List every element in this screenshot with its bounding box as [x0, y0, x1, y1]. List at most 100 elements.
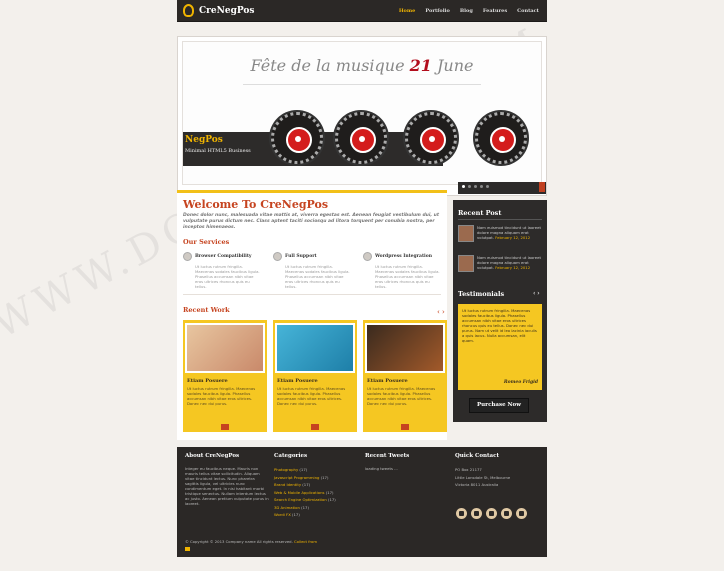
- slider-pager-bar: [458, 182, 546, 194]
- service-item: Browser Compatibility Ut luctus rutrum f…: [183, 252, 263, 289]
- slide-title-month: June: [431, 56, 474, 75]
- top-navigation-bar: CreNegPos Home Portfolio Blog Features C…: [177, 0, 547, 22]
- main-content: Welcome To CreNegPos Donec dolor nunc, m…: [177, 190, 447, 440]
- footer-contact: Quick Contact PO Box 21177 Little Lonsda…: [455, 453, 539, 489]
- work-title: Etiam Posuere: [277, 378, 318, 384]
- slider-dot[interactable]: [480, 185, 483, 188]
- testimonial-text: Ut luctus rutrum fringilla. Maecenas sod…: [462, 308, 537, 343]
- work-card[interactable]: Etiam Posuere Ut luctus rutrum fringilla…: [273, 320, 357, 432]
- dial-graphic: [335, 112, 387, 164]
- slide-title: Fête de la musique 21 June: [183, 56, 541, 75]
- testimonial-author: Romeo Frigid: [503, 380, 538, 385]
- slide-caption-tagline: Minimal HTML5 Business: [185, 148, 251, 154]
- category-link[interactable]: Wordi FX (17): [274, 511, 358, 519]
- slide-caption-name: NegPos: [185, 135, 223, 145]
- category-link[interactable]: Javascript Programming (17): [274, 474, 358, 482]
- youtube-icon[interactable]: [516, 508, 527, 519]
- services-title: Our Services: [183, 238, 230, 246]
- footer-heading: About CreNegPos: [185, 453, 240, 459]
- wordpress-icon: [363, 252, 372, 261]
- sidebar: Recent Post Nam euismod tincidunt ut lao…: [453, 200, 547, 422]
- category-link[interactable]: Search Engine Optimization (17): [274, 496, 358, 504]
- browser-icon: [183, 252, 192, 261]
- sidebar-divider: [458, 219, 542, 220]
- nav-home[interactable]: Home: [399, 8, 416, 14]
- work-text: Ut luctus rutrum fringilla. Maecenas sod…: [367, 386, 436, 406]
- contact-line: Little Lonsdale St, Melbourne: [455, 474, 511, 480]
- service-item: Wordpress Integration Ut luctus rutrum f…: [363, 252, 443, 289]
- post-date: February 12, 2012: [495, 265, 531, 270]
- recent-post-title: Recent Post: [458, 209, 502, 217]
- slider-next-button[interactable]: [539, 182, 545, 192]
- nav-features[interactable]: Features: [483, 8, 507, 14]
- dial-graphic: [405, 112, 457, 164]
- work-text: Ut luctus rutrum fringilla. Maecenas sod…: [187, 386, 256, 406]
- footer-tweets: Recent Tweets loading tweets ...: [365, 453, 449, 471]
- recent-post-item[interactable]: Nam euismod tincidunt ut laoreet dolore …: [458, 225, 544, 242]
- copyright-link[interactable]: Collect from: [294, 539, 317, 544]
- lightbulb-icon: [183, 4, 194, 17]
- dial-graphic: [475, 112, 527, 164]
- logo-text: CreNegPos: [199, 5, 255, 16]
- work-more-button[interactable]: [311, 424, 319, 430]
- main-nav: Home Portfolio Blog Features Contact: [399, 8, 539, 14]
- nav-contact[interactable]: Contact: [517, 8, 539, 14]
- recent-post-item[interactable]: Nam euismod tincidunt ut laoreet dolore …: [458, 255, 544, 272]
- work-title: Etiam Posuere: [367, 378, 408, 384]
- intro-text: Donec dolor nunc, malesuada vitae mattis…: [183, 213, 440, 230]
- slide-title-text: Fête de la musique: [250, 56, 410, 75]
- work-title: Etiam Posuere: [187, 378, 228, 384]
- accent-rule: [177, 190, 447, 193]
- social-links: [456, 508, 527, 519]
- logo[interactable]: CreNegPos: [183, 4, 254, 17]
- dial-graphic: [271, 112, 323, 164]
- service-text: Ut luctus rutrum fringilla. Maecenas sod…: [375, 264, 440, 289]
- nav-portfolio[interactable]: Portfolio: [425, 8, 450, 14]
- rss-icon[interactable]: [501, 508, 512, 519]
- recent-work-title: Recent Work: [183, 306, 230, 314]
- hero-slider[interactable]: Fête de la musique 21 June NegPos Minima…: [177, 36, 547, 196]
- twitter-icon[interactable]: [471, 508, 482, 519]
- footer-about: About CreNegPos Integer eu faucibus nequ…: [185, 453, 269, 506]
- testimonial-arrows[interactable]: ‹ ›: [533, 290, 540, 297]
- slide-divider: [243, 84, 481, 85]
- category-link[interactable]: Photography (17): [274, 466, 358, 474]
- service-text: Ut luctus rutrum fringilla. Maecenas sod…: [195, 264, 260, 289]
- work-more-button[interactable]: [221, 424, 229, 430]
- support-icon: [273, 252, 282, 261]
- footer-heading: Recent Tweets: [365, 453, 410, 459]
- work-more-button[interactable]: [401, 424, 409, 430]
- purchase-button[interactable]: Purchase Now: [469, 398, 529, 413]
- category-link[interactable]: Web & Mobile Applications (17): [274, 489, 358, 497]
- testimonials-title: Testimonials: [458, 290, 505, 298]
- slider-dot[interactable]: [486, 185, 489, 188]
- work-image: [185, 323, 265, 373]
- slider-dot[interactable]: [468, 185, 471, 188]
- copyright-text: © Copyright © 2013 Company name All righ…: [185, 539, 293, 544]
- slider-dot[interactable]: [474, 185, 477, 188]
- work-card[interactable]: Etiam Posuere Ut luctus rutrum fringilla…: [183, 320, 267, 432]
- facebook-icon[interactable]: [456, 508, 467, 519]
- service-text: Ut luctus rutrum fringilla. Maecenas sod…: [285, 264, 350, 289]
- slide: Fête de la musique 21 June NegPos Minima…: [182, 41, 542, 185]
- nav-blog[interactable]: Blog: [460, 8, 473, 14]
- category-link[interactable]: 3D Animation (17): [274, 504, 358, 512]
- footer-heading: Quick Contact: [455, 453, 499, 459]
- category-link[interactable]: Brand Identity (17): [274, 481, 358, 489]
- slider-dot[interactable]: [462, 185, 465, 188]
- work-carousel-arrows[interactable]: ‹ ›: [437, 308, 445, 316]
- footer: About CreNegPos Integer eu faucibus nequ…: [177, 447, 547, 557]
- work-image: [365, 323, 445, 373]
- footer-about-text: Integer eu faucibus neque. Mauris non ma…: [185, 466, 269, 506]
- footer-heading: Categories: [274, 453, 308, 459]
- service-title: Full Support: [285, 254, 317, 259]
- service-title: Wordpress Integration: [375, 254, 433, 259]
- testimonial-box: Ut luctus rutrum fringilla. Maecenas sod…: [458, 304, 542, 390]
- service-item: Full Support Ut luctus rutrum fringilla.…: [273, 252, 353, 289]
- back-to-top-icon[interactable]: [185, 547, 190, 551]
- work-card[interactable]: Etiam Posuere Ut luctus rutrum fringilla…: [363, 320, 447, 432]
- copyright: © Copyright © 2013 Company name All righ…: [185, 539, 317, 544]
- linkedin-icon[interactable]: [486, 508, 497, 519]
- tweets-text: loading tweets ...: [365, 466, 398, 471]
- welcome-title: Welcome To CreNegPos: [183, 198, 329, 211]
